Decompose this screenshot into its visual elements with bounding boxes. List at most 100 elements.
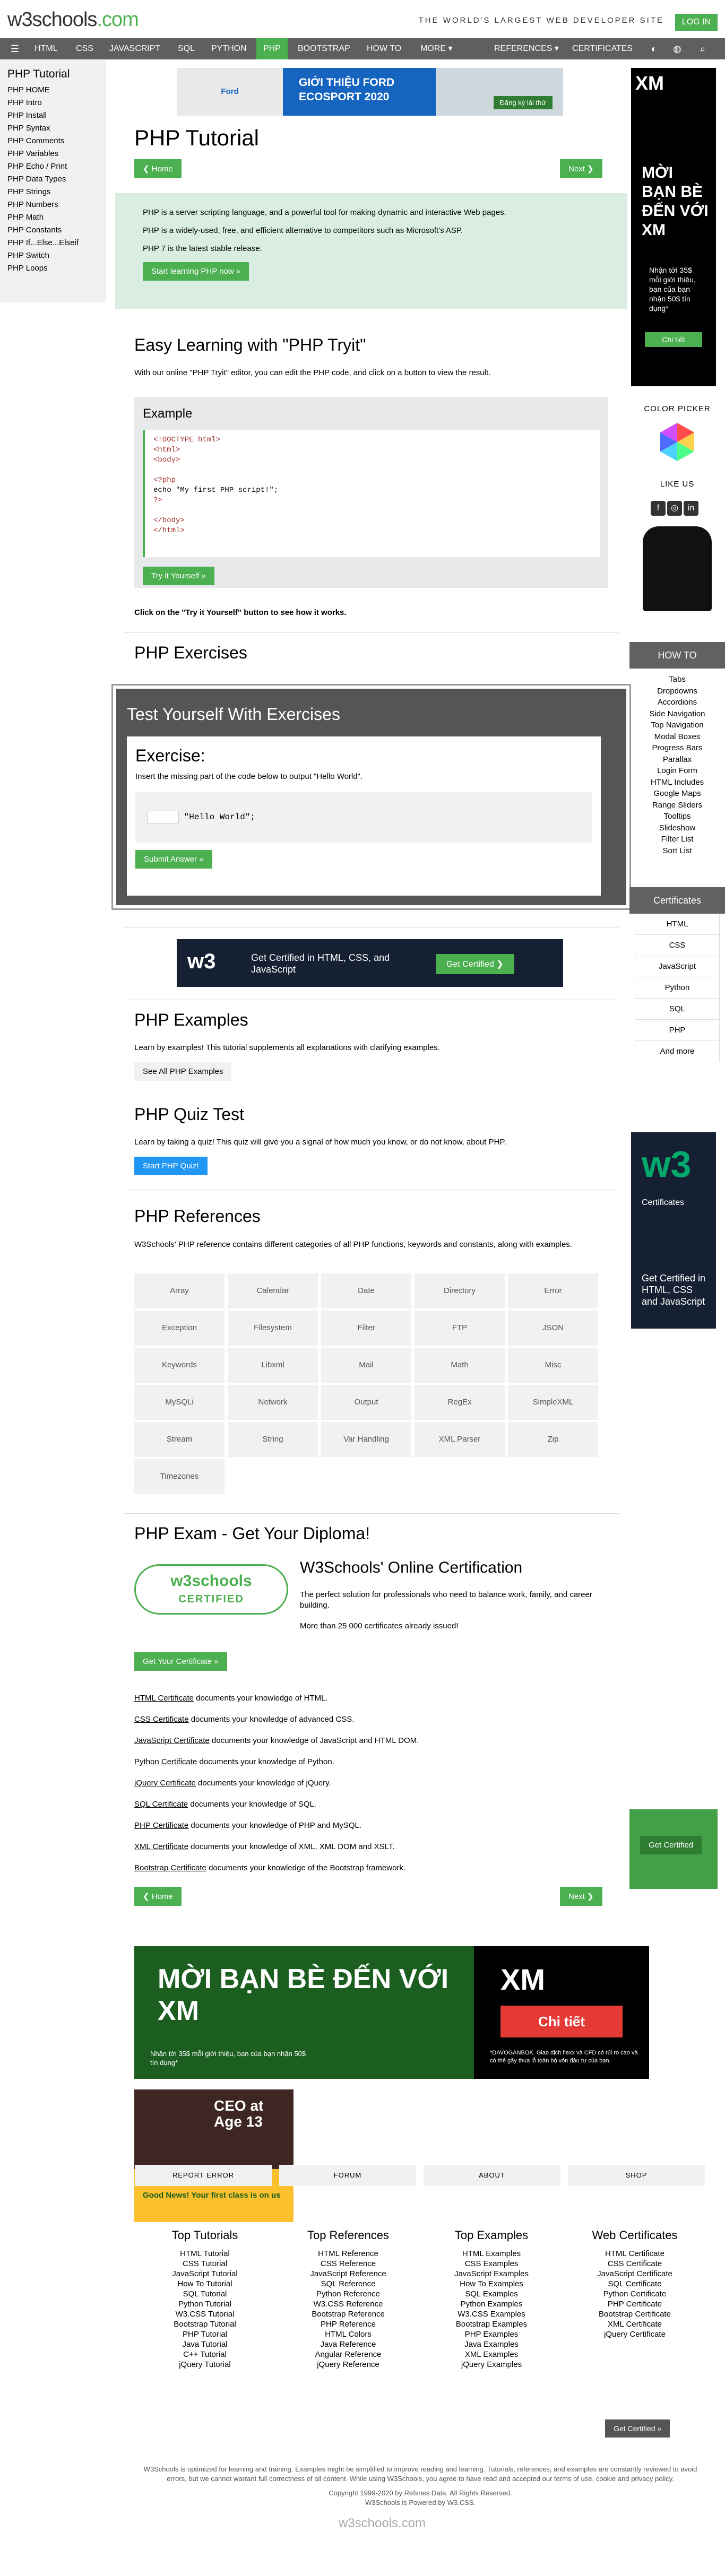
howto-link[interactable]: Tabs — [635, 674, 720, 686]
nav-bootstrap[interactable]: BOOTSTRAP — [291, 38, 357, 59]
howto-link[interactable]: Dropdowns — [635, 686, 720, 697]
footer-link[interactable]: Java Examples — [422, 2339, 560, 2349]
howto-link[interactable]: Login Form — [635, 765, 720, 777]
sidebar-item[interactable]: PHP If...Else...Elseif — [0, 237, 106, 249]
footer-link[interactable]: HTML Reference — [279, 2249, 417, 2259]
footer-link[interactable]: SQL Reference — [279, 2279, 417, 2289]
facebook-icon[interactable]: f — [651, 501, 666, 516]
nav-howto[interactable]: HOW TO — [360, 38, 408, 59]
footer-link[interactable]: Python Certificate — [566, 2289, 704, 2299]
howto-link[interactable]: Sort List — [635, 845, 720, 857]
nav-python[interactable]: PYTHON — [204, 38, 254, 59]
reference-cell[interactable]: Filter — [321, 1311, 411, 1346]
sidebar-item[interactable]: PHP HOME — [0, 84, 106, 97]
sidebar-item[interactable]: PHP Echo / Print — [0, 160, 106, 173]
howto-link[interactable]: Side Navigation — [635, 708, 720, 720]
footer-link[interactable]: Python Examples — [422, 2299, 560, 2309]
footer-link[interactable]: W3.CSS Examples — [422, 2309, 560, 2319]
reference-cell[interactable]: Directory — [415, 1273, 505, 1308]
footer-link[interactable]: HTML Colors — [279, 2329, 417, 2339]
footer-link[interactable]: JavaScript Reference — [279, 2269, 417, 2279]
footer-link[interactable]: PHP Examples — [422, 2329, 560, 2339]
reference-cell[interactable]: Exception — [134, 1311, 225, 1346]
reference-cell[interactable]: Zip — [508, 1422, 598, 1457]
reference-cell[interactable]: Filesystem — [228, 1311, 318, 1346]
footer-link[interactable]: PHP Reference — [279, 2319, 417, 2329]
certified-side-ad[interactable]: w3 Certificates Get Certified in HTML, C… — [631, 1132, 716, 1329]
footer-link[interactable]: JavaScript Tutorial — [136, 2269, 274, 2279]
nav-php[interactable]: PHP — [256, 38, 288, 59]
footer-link[interactable]: PHP Tutorial — [136, 2329, 274, 2339]
howto-link[interactable]: Range Sliders — [635, 800, 720, 811]
footer-link[interactable]: HTML Certificate — [566, 2249, 704, 2259]
linkedin-icon[interactable]: in — [684, 501, 698, 516]
certificate-link[interactable]: PHP — [635, 1020, 720, 1041]
reference-cell[interactable]: RegEx — [415, 1385, 505, 1420]
sidebar-item[interactable]: PHP Constants — [0, 224, 106, 237]
footer-link[interactable]: jQuery Certificate — [566, 2329, 704, 2339]
footer-link[interactable]: SQL Certificate — [566, 2279, 704, 2289]
footer-link[interactable]: W3.CSS Reference — [279, 2299, 417, 2309]
reference-cell[interactable]: Stream — [134, 1422, 225, 1457]
login-button[interactable]: LOG IN — [675, 14, 718, 31]
reference-cell[interactable]: Math — [415, 1348, 505, 1383]
footer-link[interactable]: W3.CSS Tutorial — [136, 2309, 274, 2319]
footer-link[interactable]: XML Examples — [422, 2349, 560, 2360]
globe-icon[interactable]: ◍ — [672, 44, 683, 54]
shop-link[interactable]: SHOP — [568, 2165, 705, 2186]
howto-link[interactable]: Filter List — [635, 834, 720, 845]
certificate-link[interactable]: XML Certificate — [134, 1842, 188, 1851]
footer-link[interactable]: Python Tutorial — [136, 2299, 274, 2309]
howto-link[interactable]: Slideshow — [635, 822, 720, 834]
reference-cell[interactable]: Array — [134, 1273, 225, 1308]
footer-link[interactable]: Java Reference — [279, 2339, 417, 2349]
certificate-link[interactable]: SQL Certificate — [134, 1800, 188, 1809]
sidebar-item[interactable]: PHP Comments — [0, 135, 106, 148]
reference-cell[interactable]: String — [228, 1422, 318, 1457]
nav-references[interactable]: REFERENCES ▾ — [487, 38, 566, 59]
reference-cell[interactable]: Mail — [321, 1348, 411, 1383]
nav-css[interactable]: CSS — [69, 38, 100, 59]
reference-cell[interactable]: Libxml — [228, 1348, 318, 1383]
certificate-link[interactable]: Python Certificate — [134, 1757, 197, 1766]
howto-link[interactable]: Progress Bars — [635, 742, 720, 754]
footer-link[interactable]: CSS Tutorial — [136, 2259, 274, 2269]
certificate-link[interactable]: Python — [635, 977, 720, 999]
color-wheel-icon[interactable] — [656, 421, 698, 463]
footer-logo[interactable]: w3schools.com — [329, 2516, 435, 2531]
footer-link[interactable]: JavaScript Certificate — [566, 2269, 704, 2279]
start-quiz-button[interactable]: Start PHP Quiz! — [134, 1157, 208, 1175]
nav-sql[interactable]: SQL — [171, 38, 202, 59]
try-it-button[interactable]: Try it Yourself » — [143, 567, 214, 585]
w3schools-logo[interactable]: w3schools.com — [7, 8, 139, 31]
footer-link[interactable]: Bootstrap Examples — [422, 2319, 560, 2329]
certificate-link[interactable]: HTML — [635, 914, 720, 935]
howto-link[interactable]: Modal Boxes — [635, 731, 720, 743]
footer-link[interactable]: jQuery Reference — [279, 2360, 417, 2370]
footer-link[interactable]: SQL Tutorial — [136, 2289, 274, 2299]
reference-cell[interactable]: Keywords — [134, 1348, 225, 1383]
footer-link[interactable]: How To Tutorial — [136, 2279, 274, 2289]
get-certificate-button[interactable]: Get Your Certificate » — [134, 1652, 227, 1671]
footer-link[interactable]: Bootstrap Certificate — [566, 2309, 704, 2319]
certificate-link[interactable]: CSS — [635, 935, 720, 956]
reference-cell[interactable]: Error — [508, 1273, 598, 1308]
reference-cell[interactable]: Calendar — [228, 1273, 318, 1308]
footer-link[interactable]: PHP Certificate — [566, 2299, 704, 2309]
footer-link[interactable]: Bootstrap Tutorial — [136, 2319, 274, 2329]
ad-cta[interactable]: Đăng ký lái thử — [493, 96, 553, 109]
sidebar-item[interactable]: PHP Install — [0, 109, 106, 122]
certificate-link[interactable]: CSS Certificate — [134, 1715, 189, 1724]
reference-cell[interactable]: JSON — [508, 1311, 598, 1346]
certificate-link[interactable]: jQuery Certificate — [134, 1779, 196, 1788]
reference-cell[interactable]: Var Handling — [321, 1422, 411, 1457]
certificate-link[interactable]: And more — [635, 1041, 720, 1062]
footer-link[interactable]: jQuery Tutorial — [136, 2360, 274, 2370]
reference-cell[interactable]: Timezones — [134, 1459, 225, 1494]
sidebar-item[interactable]: PHP Strings — [0, 186, 106, 198]
xm-ad-banner[interactable]: MỜI BẠN BÈ ĐẾN VỚI XM XM Chi tiết Nhận t… — [134, 1946, 649, 2079]
shop-ad[interactable]: Get Certified — [629, 1809, 718, 1889]
howto-link[interactable]: Accordions — [635, 697, 720, 708]
report-error-link[interactable]: REPORT ERROR — [135, 2165, 272, 2186]
exercise-answer-input[interactable] — [147, 811, 179, 823]
